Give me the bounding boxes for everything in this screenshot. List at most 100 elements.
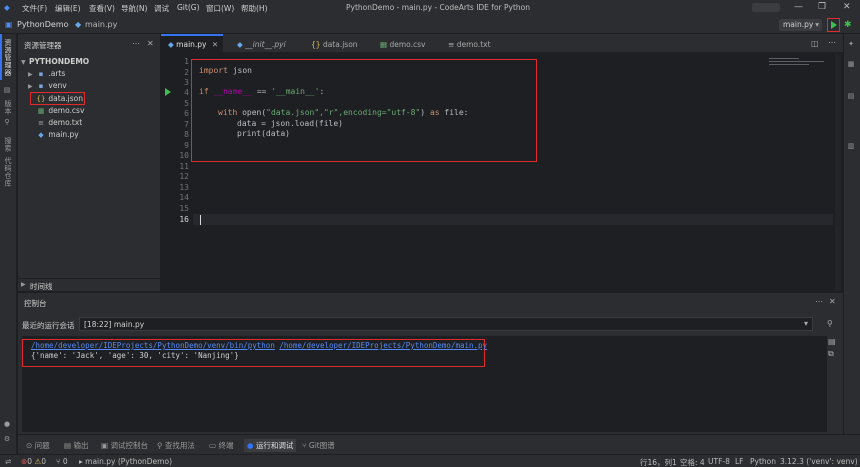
app-logo-icon: ◆ [4, 3, 10, 12]
line-number: 5 [184, 99, 189, 108]
interpreter-select[interactable]: 3.12.3 ('venv': venv) [780, 457, 858, 466]
tool-problems[interactable]: ⊙ 问题 [26, 440, 50, 451]
tree-item-label: demo.txt [48, 118, 83, 127]
menu-debug[interactable]: 调试 [154, 3, 169, 14]
right-tool-icon-1[interactable]: ✦ [847, 40, 855, 49]
tab-data-json[interactable]: {} data.json [307, 34, 358, 53]
menu-git[interactable]: Git(G) [177, 3, 200, 12]
tab-demo-txt[interactable]: ≡ demo.txt [444, 34, 491, 53]
indent-setting[interactable]: 空格: 4 [680, 457, 705, 467]
tab-main-py[interactable]: ◆ main.py ✕ [161, 34, 223, 53]
menu-edit[interactable]: 编辑(E) [55, 3, 81, 14]
menu-navigate[interactable]: 导航(N) [121, 3, 147, 14]
menu-window[interactable]: 窗口(W) [206, 3, 234, 14]
right-tool-icon-3[interactable]: ▤ [847, 92, 855, 101]
close-window-icon[interactable]: ✕ [843, 2, 851, 12]
tool-label: 问题 [34, 441, 50, 450]
tree-item-demo-txt[interactable]: ≡ demo.txt [36, 118, 82, 130]
session-select[interactable]: [18:22] main.py ▾ [79, 317, 813, 331]
tool-label: 输出 [73, 441, 89, 450]
vertical-scrollbar[interactable] [835, 54, 841, 291]
maximize-icon[interactable]: ❐ [818, 2, 826, 12]
line-number-current: 16 [179, 215, 189, 224]
line-number: 12 [179, 172, 189, 181]
encoding[interactable]: UTF-8 [708, 457, 730, 466]
activity-search[interactable]: 搜索 [3, 137, 13, 152]
tab-init-pyi[interactable]: ◆ __init__.pyi [233, 34, 286, 53]
right-tool-icon-2[interactable]: ▦ [847, 60, 855, 69]
copy-icon[interactable]: ⧉ [828, 349, 834, 359]
chevron-right-icon: ▶ [28, 71, 33, 78]
account-icon[interactable]: ● [3, 420, 11, 429]
status-bar: ⇌ ⊗0 ⚠0 ⑂ 0 ▸ main.py (PythonDemo) 行16，列… [0, 454, 860, 467]
run-debug-icon: ● [247, 441, 254, 450]
tree-item-label: demo.csv [48, 106, 85, 115]
run-gutter-icon[interactable] [165, 88, 171, 96]
tab-label: main.py [176, 40, 207, 49]
minimize-icon[interactable]: — [794, 2, 803, 12]
tool-run-debug[interactable]: ● 运行和调试 [244, 439, 297, 452]
python-icon: ◆ [38, 131, 44, 139]
highlight-box [30, 92, 85, 105]
tool-find-usages[interactable]: ⚲ 查找用法 [157, 440, 195, 451]
settings-gear-icon[interactable]: ⚙ [3, 435, 11, 444]
tool-output[interactable]: ▤ 输出 [64, 440, 88, 451]
timeline-section[interactable]: ▶ 时间线 [18, 278, 160, 291]
minimap[interactable] [769, 58, 829, 70]
search-icon[interactable]: ⚲ [827, 319, 833, 328]
breadcrumb-file[interactable]: main.py [85, 20, 117, 29]
tree-item-label: venv [48, 81, 67, 90]
more-icon[interactable]: ⋯ [132, 39, 140, 48]
menu-file[interactable]: 文件(F) [22, 3, 47, 14]
cursor-position[interactable]: 行16，列1 [640, 457, 677, 467]
git-icon: ⑂ [56, 457, 61, 466]
language-mode[interactable]: Python [750, 457, 776, 466]
close-icon[interactable]: ✕ [829, 297, 836, 306]
activity-repo[interactable]: 代码仓库 [3, 157, 13, 187]
project-root-label: PYTHONDEMO [29, 57, 90, 66]
split-editor-icon[interactable]: ◫ [811, 39, 819, 48]
csv-icon: ▦ [37, 107, 45, 115]
explorer-panel: 资源管理器 ⋯ ✕ ▼ PYTHONDEMO ▶ ▪ .arts ▶ ▪ venv {… [18, 34, 160, 291]
close-icon[interactable]: ✕ [147, 39, 154, 48]
close-icon[interactable]: ✕ [212, 40, 218, 49]
activity-search-icon[interactable]: ⚲ [3, 118, 11, 127]
line-number: 7 [184, 120, 189, 129]
tool-terminal[interactable]: ▭ 终端 [209, 440, 233, 451]
tool-label: Git图谱 [308, 441, 335, 450]
python-path-link[interactable]: /home/developer/IDEProjects/PythonDemo/v… [31, 341, 275, 350]
activity-scm-icon[interactable]: ▤ [3, 86, 11, 95]
breadcrumb-project[interactable]: PythonDemo [17, 20, 69, 29]
tab-demo-csv[interactable]: ▦ demo.csv [376, 34, 425, 53]
tool-git-graph[interactable]: ⑂ Git图谱 [302, 440, 335, 451]
python-icon: ◆ [237, 40, 243, 49]
run-status[interactable]: ▸ main.py (PythonDemo) [79, 457, 172, 466]
run-config-select[interactable]: main.py ▾ [779, 19, 822, 31]
activity-version[interactable]: 版本 [3, 100, 13, 115]
tree-item-main-py[interactable]: ◆ main.py [36, 130, 78, 142]
tab-label: data.json [322, 40, 358, 49]
menu-help[interactable]: 帮助(H) [241, 3, 268, 14]
activity-bar: 资源管理器 ▤ 版本 ⚲ 搜索 代码仓库 ● ⚙ [0, 34, 17, 454]
clear-console-icon[interactable]: ▤ [828, 337, 836, 346]
console-output[interactable]: /home/developer/IDEProjects/PythonDemo/v… [22, 336, 827, 432]
code-editor[interactable]: 1 2 3 4 5 6 7 8 9 10 11 12 13 14 15 16 i… [161, 54, 843, 291]
right-tool-icon-4[interactable]: ▥ [847, 142, 855, 151]
tree-item-demo-csv[interactable]: ▦ demo.csv [36, 106, 85, 118]
line-number: 10 [179, 151, 189, 160]
remote-icon[interactable]: ⇌ [5, 457, 11, 466]
run-button[interactable] [827, 18, 840, 32]
git-status[interactable]: ⑂ 0 [56, 457, 68, 466]
more-icon[interactable]: ⋯ [815, 297, 823, 306]
script-path-link[interactable]: /home/developer/IDEProjects/PythonDemo/m… [279, 341, 487, 350]
problems-summary[interactable]: ⊗0 ⚠0 [21, 457, 46, 466]
account-badge[interactable] [752, 3, 780, 12]
more-icon[interactable]: ⋯ [828, 38, 836, 47]
tree-item-arts[interactable]: ▶ ▪ .arts [28, 69, 65, 81]
activity-explorer[interactable]: 资源管理器 [3, 39, 13, 77]
menu-view[interactable]: 查看(V) [89, 3, 115, 14]
project-root[interactable]: ▼ PYTHONDEMO [21, 57, 89, 69]
debug-bug-icon[interactable]: ✱ [844, 20, 852, 30]
line-ending[interactable]: LF [735, 457, 744, 466]
tool-debug-console[interactable]: ▣ 调试控制台 [101, 440, 148, 451]
